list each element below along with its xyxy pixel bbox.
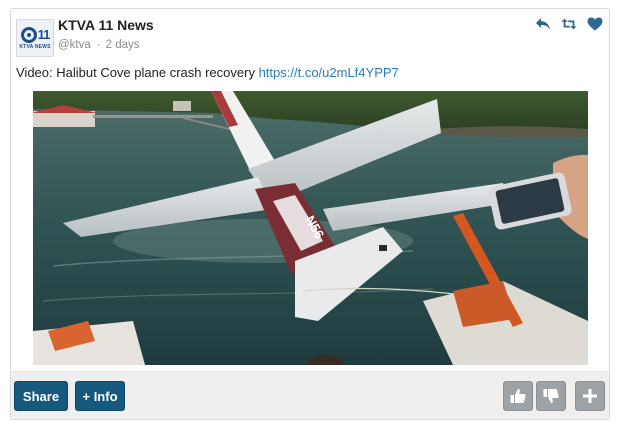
add-button[interactable] [575,381,605,411]
tweet-link[interactable]: https://t.co/u2mLf4YPP7 [259,65,399,80]
account-name[interactable]: KTVA 11 News [58,17,154,33]
cbs-eye-icon [20,26,37,43]
tweet-text-body: Video: Halibut Cove plane crash recovery [16,65,255,80]
heart-icon[interactable] [587,17,603,31]
dock [93,115,213,118]
reply-icon[interactable] [535,17,551,31]
thumbs-down-icon [543,389,559,403]
thumbs-down-button[interactable] [536,381,566,411]
share-button[interactable]: Share [14,381,68,411]
avatar-caption: KTVA NEWS [19,43,51,50]
avatar-number: 11 [37,27,51,42]
cbs-eye-logo: 11 [20,26,51,43]
footer-bar: Share + Info [11,371,609,419]
thumbs-up-button[interactable] [503,381,533,411]
account-handle[interactable]: @ktva [58,39,91,51]
thumbs-up-icon [510,389,526,403]
avatar[interactable]: 11 KTVA NEWS [16,19,54,57]
separator: · [96,39,101,51]
timestamp[interactable]: 2 days [106,39,140,51]
plane-crash-photo: N56 [33,91,588,365]
tweet-text: Video: Halibut Cove plane crash recovery… [16,65,399,80]
handle-row: @ktva · 2 days [58,39,140,51]
media-photo[interactable]: N56 [33,91,588,365]
waterfront-building [33,111,95,127]
tweet-actions [535,17,603,31]
plus-icon [583,389,597,403]
info-button[interactable]: + Info [75,381,125,411]
dock-shed [173,101,191,111]
tweet-card: 11 KTVA NEWS KTVA 11 News @ktva · 2 days V… [10,8,610,420]
retweet-icon[interactable] [561,17,577,31]
